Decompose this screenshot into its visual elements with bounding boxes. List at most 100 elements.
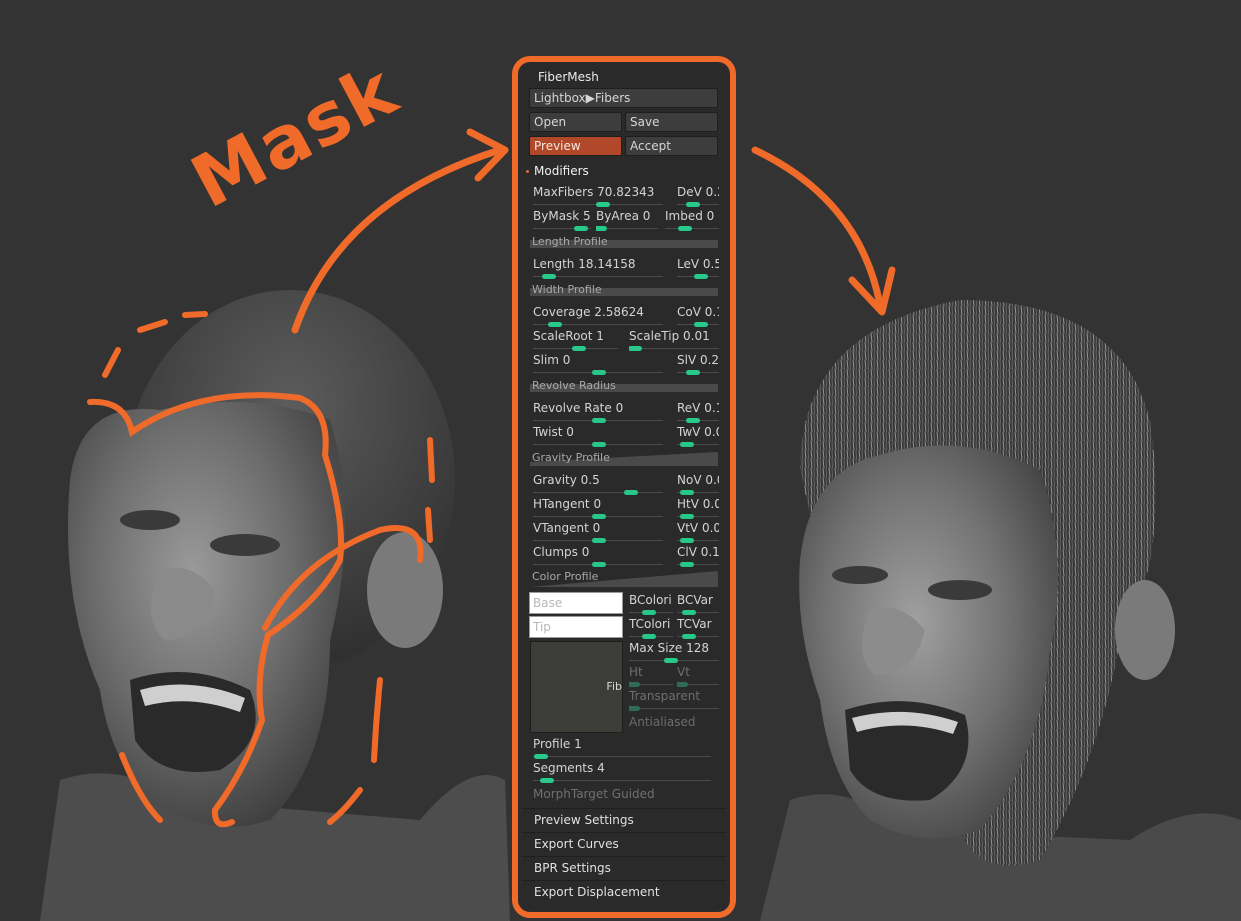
preview-button[interactable]: Preview: [529, 136, 622, 156]
maxfibers-slider[interactable]: MaxFibers 70.82343: [533, 185, 663, 207]
revolve-rate-slider[interactable]: Revolve Rate 0: [533, 401, 663, 423]
imbed-slider[interactable]: Imbed 0: [665, 209, 719, 231]
bcolorize-slider[interactable]: BColori: [629, 593, 673, 615]
scaleroot-label: ScaleRoot 1: [533, 329, 604, 343]
slim-slider[interactable]: Slim 0: [533, 353, 663, 375]
twv-slider[interactable]: TwV 0.0: [677, 425, 719, 447]
dev-slider[interactable]: DeV 0.2: [677, 185, 719, 207]
transparent-label: Transparent: [629, 689, 701, 703]
slv-slider[interactable]: SlV 0.2: [677, 353, 719, 375]
width-profile-bar[interactable]: Width Profile: [530, 284, 718, 296]
slider-knob[interactable]: [572, 346, 586, 351]
revolve-rate-label: Revolve Rate 0: [533, 401, 624, 415]
tcolorize-slider[interactable]: TColori: [629, 617, 673, 639]
accept-button[interactable]: Accept: [625, 136, 718, 156]
byarea-slider[interactable]: ByArea 0: [596, 209, 658, 231]
gravity-slider[interactable]: Gravity 0.5: [533, 473, 663, 495]
gravity-profile-bar[interactable]: Gravity Profile: [530, 452, 718, 466]
slider-knob[interactable]: [592, 442, 606, 447]
nov-label: NoV 0.0: [677, 473, 719, 487]
slider-knob[interactable]: [596, 202, 610, 207]
slider-knob[interactable]: [682, 610, 696, 615]
slider-knob[interactable]: [686, 202, 700, 207]
modifiers-section-title[interactable]: Modifiers: [534, 164, 589, 178]
bymask-slider[interactable]: ByMask 5: [533, 209, 591, 231]
ht-slider[interactable]: Ht: [629, 665, 673, 687]
scaletip-slider[interactable]: ScaleTip 0.01: [629, 329, 719, 351]
export-curves-menu[interactable]: Export Curves: [522, 832, 726, 855]
tip-color-swatch[interactable]: Tip: [529, 616, 623, 638]
profile-slider[interactable]: Profile 1: [533, 737, 711, 759]
slider-knob[interactable]: [677, 682, 688, 687]
slider-knob[interactable]: [642, 610, 656, 615]
cov-slider[interactable]: CoV 0.1: [677, 305, 719, 327]
vt-slider[interactable]: Vt: [677, 665, 719, 687]
left-eye: [120, 510, 180, 530]
preview-settings-menu[interactable]: Preview Settings: [522, 808, 726, 831]
slider-knob[interactable]: [592, 562, 606, 567]
slider-knob[interactable]: [592, 418, 606, 423]
slider-knob[interactable]: [686, 418, 700, 423]
max-size-slider[interactable]: Max Size 128: [629, 641, 719, 663]
slider-knob[interactable]: [629, 706, 640, 711]
slider-knob[interactable]: [629, 682, 640, 687]
fiber-preview-box[interactable]: Fib: [530, 641, 623, 733]
slider-knob[interactable]: [596, 226, 607, 231]
morphtarget-guided-toggle[interactable]: MorphTarget Guided: [533, 787, 655, 801]
scaleroot-slider[interactable]: ScaleRoot 1: [533, 329, 618, 351]
slider-knob[interactable]: [680, 562, 694, 567]
save-button[interactable]: Save: [625, 112, 718, 132]
open-button[interactable]: Open: [529, 112, 622, 132]
slider-knob[interactable]: [592, 514, 606, 519]
slider-knob[interactable]: [680, 514, 694, 519]
rev-slider[interactable]: ReV 0.1: [677, 401, 719, 423]
slider-knob[interactable]: [542, 274, 556, 279]
coverage-slider[interactable]: Coverage 2.58624: [533, 305, 663, 327]
htv-slider[interactable]: HtV 0.0: [677, 497, 719, 519]
slider-knob[interactable]: [682, 634, 696, 639]
nov-slider[interactable]: NoV 0.0: [677, 473, 719, 495]
slider-knob[interactable]: [680, 490, 694, 495]
export-displacement-menu[interactable]: Export Displacement: [522, 880, 726, 903]
clumps-slider[interactable]: Clumps 0: [533, 545, 663, 567]
slider-knob[interactable]: [629, 346, 642, 351]
slider-knob[interactable]: [694, 322, 708, 327]
lev-slider[interactable]: LeV 0.5: [677, 257, 719, 279]
slider-knob[interactable]: [642, 634, 656, 639]
clv-slider[interactable]: ClV 0.1: [677, 545, 719, 567]
transparent-toggle[interactable]: Transparent: [629, 689, 719, 711]
slider-knob[interactable]: [680, 538, 694, 543]
revolve-radius-bar[interactable]: Revolve Radius: [530, 380, 718, 392]
slider-knob[interactable]: [694, 274, 708, 279]
slider-knob[interactable]: [534, 754, 548, 759]
slider-knob[interactable]: [548, 322, 562, 327]
slider-knob[interactable]: [624, 490, 638, 495]
slider-knob[interactable]: [686, 370, 700, 375]
slider-knob[interactable]: [664, 658, 678, 663]
length-profile-bar[interactable]: Length Profile: [530, 236, 718, 248]
bcvar-slider[interactable]: BCVar: [677, 593, 719, 615]
slider-knob[interactable]: [540, 778, 554, 783]
panel-title[interactable]: FiberMesh: [538, 70, 599, 84]
length-slider[interactable]: Length 18.14158: [533, 257, 663, 279]
lightbox-fibers-button[interactable]: Lightbox▶Fibers: [529, 88, 718, 108]
vtangent-slider[interactable]: VTangent 0: [533, 521, 663, 543]
profile-label: Profile 1: [533, 737, 582, 751]
slider-knob[interactable]: [680, 442, 694, 447]
twv-label: TwV 0.0: [677, 425, 719, 439]
slv-label: SlV 0.2: [677, 353, 719, 367]
tcvar-slider[interactable]: TCVar: [677, 617, 719, 639]
slider-knob[interactable]: [574, 226, 588, 231]
antialiased-toggle[interactable]: Antialiased: [629, 715, 695, 729]
htangent-slider[interactable]: HTangent 0: [533, 497, 663, 519]
base-color-swatch[interactable]: Base: [529, 592, 623, 614]
slider-knob[interactable]: [592, 538, 606, 543]
bpr-settings-menu[interactable]: BPR Settings: [522, 856, 726, 879]
twist-slider[interactable]: Twist 0: [533, 425, 663, 447]
color-profile-bar[interactable]: Color Profile: [530, 571, 718, 587]
vtv-slider[interactable]: VtV 0.05: [677, 521, 719, 543]
length-profile-label: Length Profile: [532, 235, 608, 248]
slider-knob[interactable]: [678, 226, 692, 231]
segments-slider[interactable]: Segments 4: [533, 761, 711, 783]
slider-knob[interactable]: [592, 370, 606, 375]
